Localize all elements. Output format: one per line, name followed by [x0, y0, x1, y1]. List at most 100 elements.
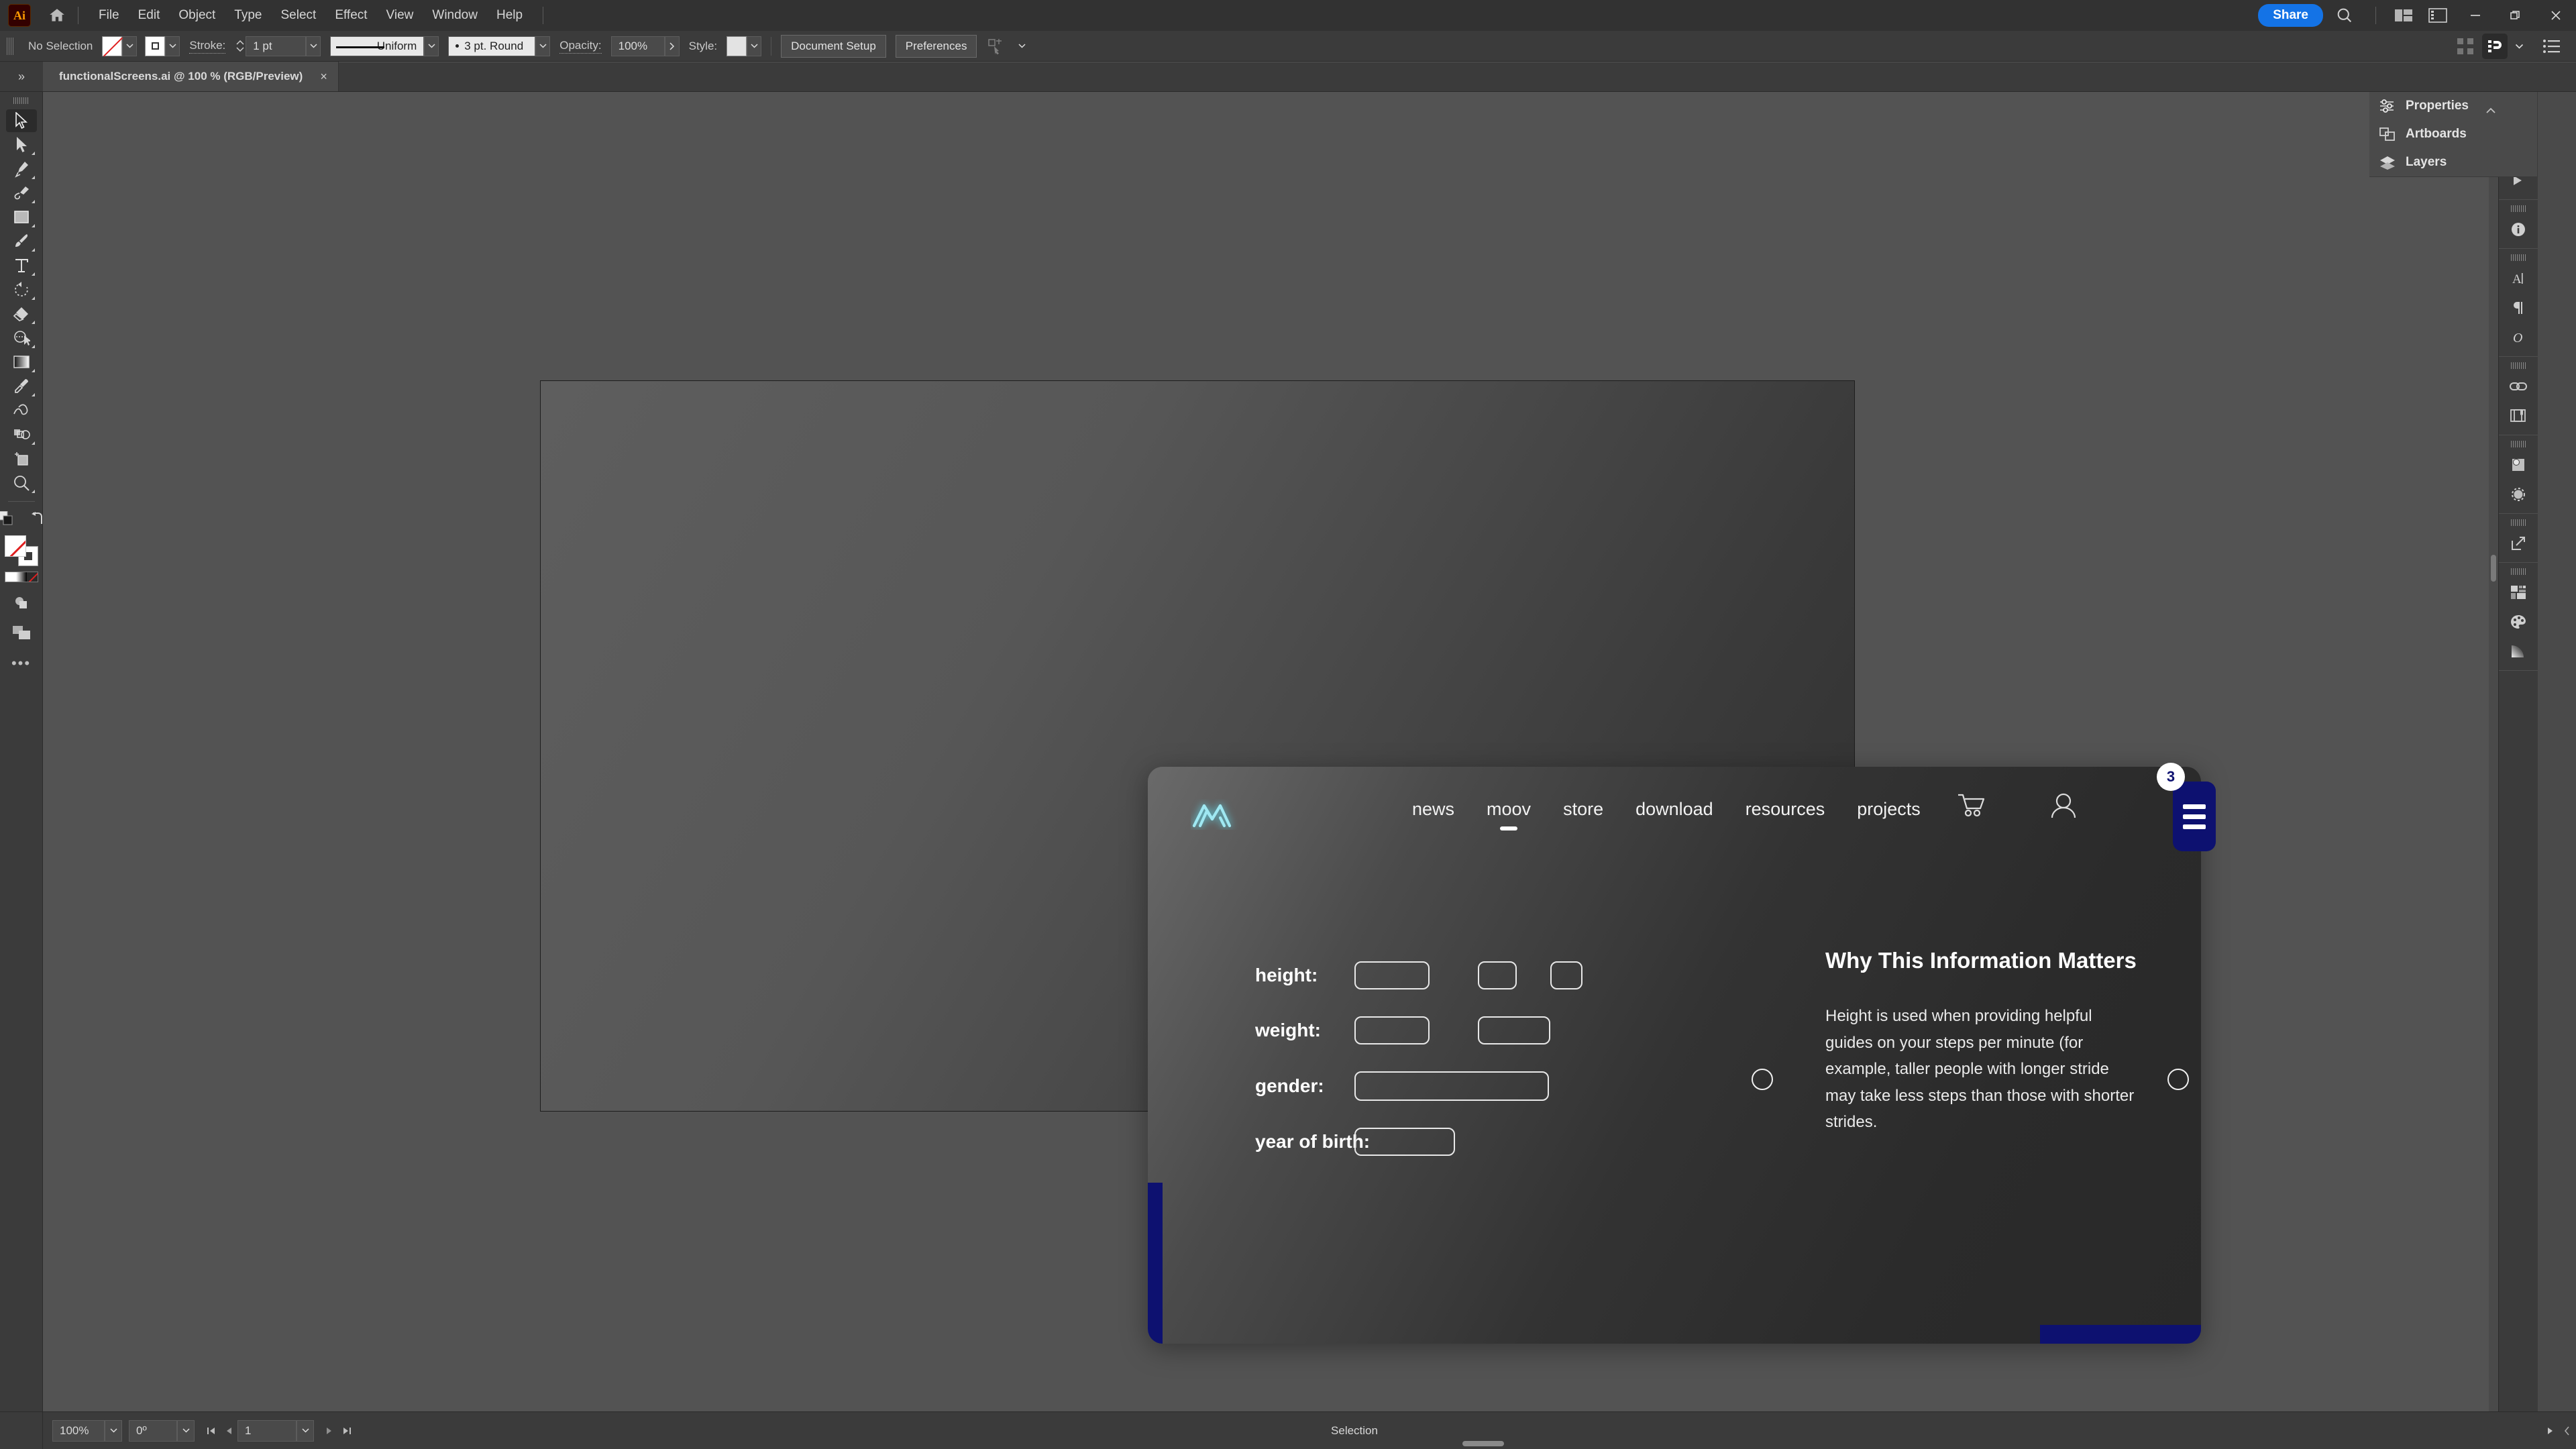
- menu-select[interactable]: Select: [272, 5, 326, 25]
- nav-link-projects[interactable]: projects: [1841, 799, 1937, 820]
- default-fill-stroke-icon[interactable]: [0, 507, 17, 530]
- pathfinder-icon[interactable]: [2503, 450, 2534, 480]
- menu-edit[interactable]: Edit: [129, 5, 170, 25]
- tools-panel-grip[interactable]: [13, 96, 30, 105]
- transparency-icon[interactable]: [2503, 480, 2534, 509]
- fill-swatch[interactable]: [102, 36, 123, 56]
- links-icon[interactable]: [2503, 372, 2534, 401]
- direct-selection-tool[interactable]: [6, 133, 37, 156]
- weight-input-2[interactable]: [1478, 1016, 1550, 1044]
- weight-input-1[interactable]: [1354, 1016, 1430, 1044]
- height-input-2[interactable]: [1478, 961, 1517, 989]
- opacity-flyout-icon[interactable]: [664, 36, 680, 56]
- fill-control[interactable]: [102, 36, 138, 56]
- canvas-area[interactable]: news moov store download resources proje…: [43, 92, 2498, 1411]
- drawing-mode-icon[interactable]: [6, 592, 37, 614]
- first-artboard-icon[interactable]: [203, 1420, 220, 1442]
- fill-stroke-indicator[interactable]: [4, 535, 38, 566]
- eraser-tool[interactable]: [6, 303, 37, 325]
- color-mode-solid-icon[interactable]: [5, 572, 16, 582]
- rotate-tool[interactable]: [6, 278, 37, 301]
- info-icon[interactable]: [2503, 215, 2534, 244]
- menu-help[interactable]: Help: [487, 5, 532, 25]
- zoom-dropdown-icon[interactable]: [105, 1419, 122, 1442]
- toolbar-collapse-button[interactable]: »: [0, 62, 43, 91]
- blend-tool[interactable]: [6, 399, 37, 422]
- curvature-tool[interactable]: [6, 182, 37, 205]
- document-mode-icon[interactable]: [2482, 34, 2508, 59]
- style-dropdown-icon[interactable]: [747, 36, 762, 56]
- dock-collapse-icon[interactable]: [2483, 101, 2498, 121]
- color-icon[interactable]: [2503, 607, 2534, 637]
- vertical-scroll-thumb[interactable]: [2491, 555, 2496, 582]
- document-tab[interactable]: functionalScreens.ai @ 100 % (RGB/Previe…: [43, 62, 339, 91]
- panel-item-properties[interactable]: Properties: [2369, 92, 2537, 120]
- stroke-profile-field[interactable]: Uniform: [330, 36, 425, 56]
- stroke-weight-stepper[interactable]: [235, 36, 246, 56]
- document-tab-close-icon[interactable]: ×: [320, 70, 327, 83]
- stroke-dropdown-icon[interactable]: [165, 36, 180, 56]
- workspace-switcher-icon[interactable]: [2395, 8, 2412, 23]
- preferences-button[interactable]: Preferences: [895, 34, 977, 58]
- swatches-icon[interactable]: [2503, 578, 2534, 607]
- gender-input[interactable]: [1354, 1071, 1549, 1101]
- rail-grip-4[interactable]: [2511, 362, 2526, 369]
- nav-link-store[interactable]: store: [1547, 799, 1619, 820]
- brush-definition-field[interactable]: 3 pt. Round: [448, 36, 536, 56]
- home-icon[interactable]: [47, 5, 67, 25]
- type-tool[interactable]: [6, 254, 37, 277]
- rotation-dropdown-icon[interactable]: [177, 1419, 195, 1442]
- align-to-icon[interactable]: [987, 38, 1005, 54]
- minimize-button[interactable]: [2455, 0, 2496, 31]
- rail-grip-5[interactable]: [2511, 441, 2526, 447]
- screen-mode-icon[interactable]: [6, 621, 37, 644]
- snap-grid-icon[interactable]: [2457, 38, 2474, 55]
- panel-item-layers[interactable]: Layers: [2369, 148, 2537, 176]
- document-mode-dropdown-icon[interactable]: [2512, 36, 2526, 56]
- zoom-level-field[interactable]: 100%: [52, 1419, 105, 1442]
- carousel-dot-left[interactable]: [1752, 1069, 1773, 1090]
- menu-window[interactable]: Window: [423, 5, 487, 25]
- close-button[interactable]: [2536, 0, 2576, 31]
- eyedropper-tool[interactable]: [6, 375, 37, 398]
- menu-type[interactable]: Type: [225, 5, 271, 25]
- paragraph-icon[interactable]: [2503, 293, 2534, 323]
- gradient-tool[interactable]: [6, 351, 37, 374]
- brush-dropdown-icon[interactable]: [535, 36, 551, 56]
- control-bar-grip[interactable]: [7, 37, 13, 55]
- artboard[interactable]: news moov store download resources proje…: [540, 380, 2216, 1344]
- search-icon[interactable]: [2335, 6, 2354, 25]
- color-mode-none-icon[interactable]: [26, 572, 38, 582]
- rail-grip-2[interactable]: [2511, 205, 2526, 212]
- symbol-sprayer-tool[interactable]: [6, 423, 37, 446]
- user-icon[interactable]: [2049, 792, 2078, 819]
- year-of-birth-input[interactable]: [1354, 1128, 1455, 1156]
- nav-link-moov[interactable]: moov: [1470, 799, 1547, 820]
- shape-builder-tool[interactable]: [6, 327, 37, 350]
- panel-toggle-icon[interactable]: [2428, 7, 2447, 23]
- share-button[interactable]: Share: [2258, 4, 2323, 27]
- rail-grip-7[interactable]: [2511, 568, 2526, 575]
- graphic-style-swatch[interactable]: [727, 36, 747, 56]
- stroke-weight-field[interactable]: 1 pt: [246, 36, 307, 56]
- rail-grip-6[interactable]: [2511, 519, 2526, 526]
- height-input-1[interactable]: [1354, 961, 1430, 989]
- menu-object[interactable]: Object: [169, 5, 225, 25]
- nav-link-news[interactable]: news: [1396, 799, 1470, 820]
- last-artboard-icon[interactable]: [338, 1420, 356, 1442]
- artboard-tool[interactable]: [6, 447, 37, 470]
- libraries-icon[interactable]: [2503, 401, 2534, 431]
- artboard-number-field[interactable]: 1: [237, 1419, 297, 1442]
- artboard-dropdown-icon[interactable]: [297, 1419, 314, 1442]
- next-artboard-icon[interactable]: [321, 1420, 338, 1442]
- canvas-vertical-scrollbar[interactable]: [2489, 92, 2498, 1411]
- selection-tool[interactable]: [5, 109, 37, 132]
- character-icon[interactable]: A: [2503, 264, 2534, 293]
- opacity-field[interactable]: 100%: [610, 36, 665, 56]
- pen-tool[interactable]: [6, 158, 37, 180]
- nav-link-download[interactable]: download: [1619, 799, 1729, 820]
- moov-logo-icon[interactable]: [1191, 799, 1242, 830]
- stroke-swatch[interactable]: [145, 36, 166, 56]
- align-dropdown-icon[interactable]: [1014, 36, 1029, 56]
- menu-effect[interactable]: Effect: [325, 5, 376, 25]
